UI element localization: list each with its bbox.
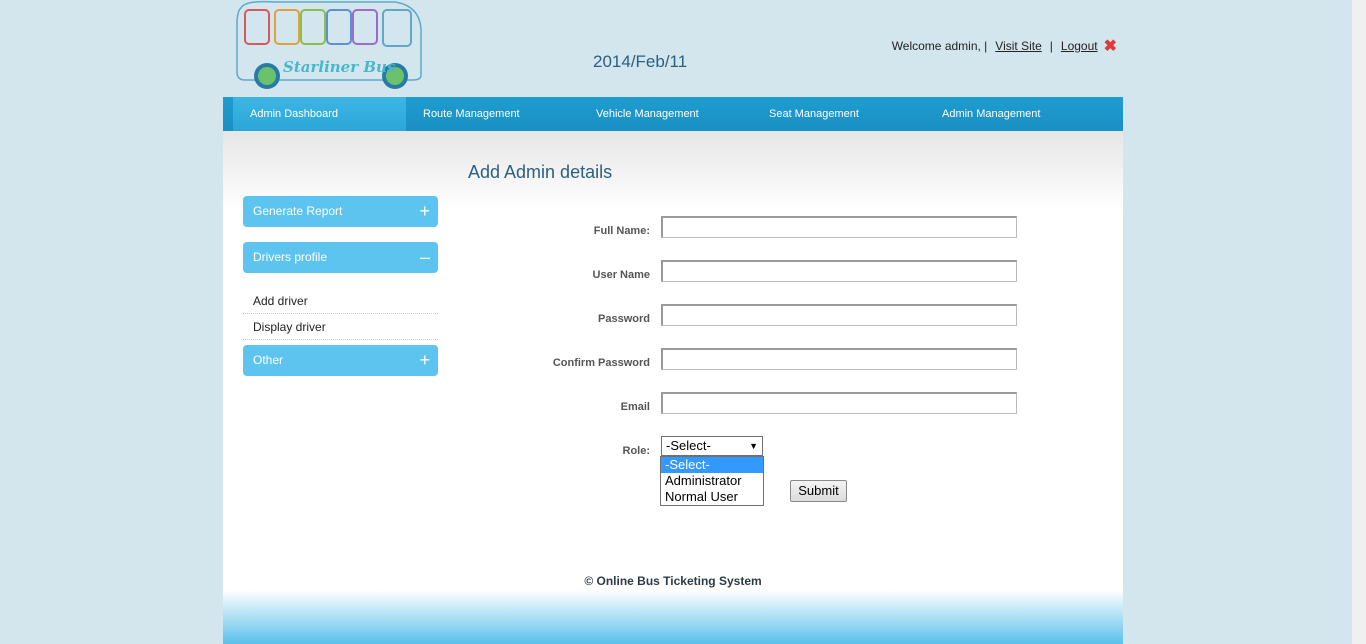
form-title: Add Admin details [468, 162, 613, 182]
visit-site-link[interactable]: Visit Site [995, 39, 1041, 53]
copyright-text: © Online Bus Ticketing System [584, 574, 762, 588]
nav-admin-dashboard[interactable]: Admin Dashboard [233, 97, 406, 131]
role-selected-value: -Select- [666, 438, 711, 453]
accordion-drivers-profile[interactable]: Drivers profile – [243, 242, 438, 273]
accordion-generate-report[interactable]: Generate Report + [243, 196, 438, 227]
confirm-password-input[interactable] [661, 348, 1017, 370]
role-option-administrator[interactable]: Administrator [661, 473, 763, 489]
user-name-label: User Name [592, 269, 650, 281]
sidebar-item-add-driver[interactable]: Add driver [243, 288, 438, 314]
dropdown-arrow-icon: ▼ [749, 441, 758, 451]
role-label: Role: [622, 445, 651, 457]
minus-icon: – [419, 247, 430, 267]
accordion-label: Generate Report [253, 204, 343, 218]
plus-icon: + [419, 350, 430, 370]
email-input[interactable] [661, 392, 1017, 414]
nav-vehicle-management[interactable]: Vehicle Management [579, 97, 752, 131]
full-name-input[interactable] [661, 216, 1017, 238]
email-label: Email [620, 401, 650, 413]
main-nav: Admin Dashboard Route Management Vehicle… [223, 97, 1123, 131]
logout-link[interactable]: Logout [1061, 39, 1098, 53]
separator: | [1049, 39, 1053, 53]
logo-text: Starliner Bus [283, 58, 396, 76]
full-name-label: Full Name: [593, 225, 650, 237]
page-container: Starliner Bus 2014/Feb/11 Welcome admin,… [223, 0, 1123, 644]
accordion-label: Other [253, 353, 284, 367]
password-label: Password [598, 313, 650, 325]
user-bar: Welcome admin, | Visit Site | Logout ✖ [892, 36, 1117, 56]
nav-seat-management[interactable]: Seat Management [752, 97, 925, 131]
current-date: 2014/Feb/11 [593, 52, 688, 71]
scrollbar[interactable] [1351, 0, 1366, 644]
nav-route-management[interactable]: Route Management [406, 97, 579, 131]
starliner-bus-logo[interactable]: Starliner Bus [235, 0, 425, 95]
accordion-label: Drivers profile [253, 250, 328, 264]
plus-icon: + [419, 201, 430, 221]
role-option-normal-user[interactable]: Normal User [661, 489, 763, 505]
welcome-text: Welcome admin, | [891, 39, 988, 53]
submit-button[interactable]: Submit [790, 480, 847, 502]
password-input[interactable] [661, 304, 1017, 326]
user-name-input[interactable] [661, 260, 1017, 282]
nav-admin-management[interactable]: Admin Management [925, 97, 1098, 131]
accordion-other[interactable]: Other + [243, 345, 438, 376]
confirm-password-label: Confirm Password [552, 357, 650, 369]
footer-band [223, 590, 1123, 644]
sidebar-item-display-driver[interactable]: Display driver [243, 314, 438, 340]
role-select[interactable]: -Select- ▼ [661, 436, 763, 456]
role-dropdown-list: -Select- Administrator Normal User [660, 456, 764, 506]
close-icon[interactable]: ✖ [1104, 36, 1117, 56]
role-option-select[interactable]: -Select- [661, 457, 763, 473]
